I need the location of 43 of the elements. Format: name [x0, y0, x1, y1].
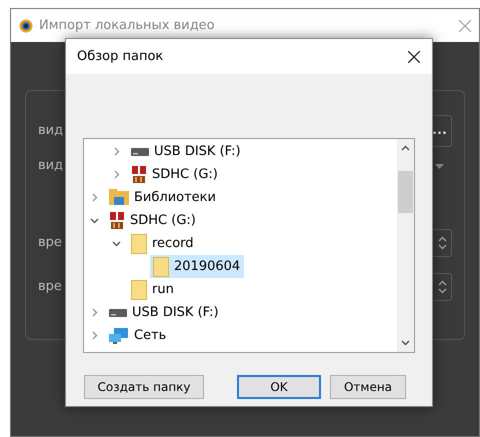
dialog-button[interactable]: OK: [237, 375, 321, 399]
library-icon: [109, 188, 129, 206]
tree-item[interactable]: SDHC (G:): [106, 209, 200, 232]
scrollbar[interactable]: [397, 139, 414, 352]
app-eye-icon: [19, 18, 33, 32]
tree-item[interactable]: 20190604: [150, 255, 244, 278]
tree-item[interactable]: SDHC (G:): [128, 163, 222, 186]
up-down-icon: [438, 280, 447, 294]
close-icon[interactable]: [408, 50, 420, 62]
tree-item[interactable]: run: [128, 278, 178, 301]
drive-icon: [109, 308, 127, 316]
chevron-right-icon[interactable]: [90, 308, 99, 317]
up-down-icon: [438, 236, 447, 250]
chevron-down-icon[interactable]: [90, 216, 99, 225]
folder-icon: [131, 280, 147, 300]
chevron-down-icon[interactable]: [112, 239, 121, 248]
tree-item[interactable]: Библиотеки: [106, 186, 220, 209]
dropdown-arrow-icon: [435, 164, 444, 168]
chevron-right-icon[interactable]: [90, 193, 99, 202]
sd-card-icon: [109, 212, 125, 230]
field-label: вид: [38, 122, 64, 140]
tree-item[interactable]: USB DISK (F:): [128, 140, 245, 163]
chevron-right-icon[interactable]: [90, 331, 99, 340]
drive-icon: [131, 148, 149, 156]
field-label: вид: [38, 157, 64, 176]
tree-item[interactable]: USB DISK (F:): [106, 301, 223, 324]
folder-icon: [131, 234, 147, 254]
scroll-down-icon[interactable]: [401, 340, 410, 346]
tree-item[interactable]: record: [128, 232, 198, 255]
folder-icon: [153, 256, 169, 276]
field-label: вре: [38, 278, 62, 296]
tree-item[interactable]: Сеть: [106, 324, 170, 347]
scroll-thumb[interactable]: [398, 171, 413, 213]
dialog-title: Обзор папок: [77, 48, 164, 66]
window-title: Импорт локальных видео: [39, 16, 215, 35]
chevron-right-icon[interactable]: [112, 170, 121, 179]
scroll-up-icon[interactable]: [401, 145, 410, 151]
network-icon: [109, 326, 129, 344]
sd-card-icon: [131, 166, 147, 184]
chevron-right-icon[interactable]: [112, 147, 121, 156]
dialog-button[interactable]: Создать папку: [84, 375, 204, 399]
dialog-button[interactable]: Отмена: [330, 375, 406, 399]
field-label: вре: [38, 234, 62, 252]
